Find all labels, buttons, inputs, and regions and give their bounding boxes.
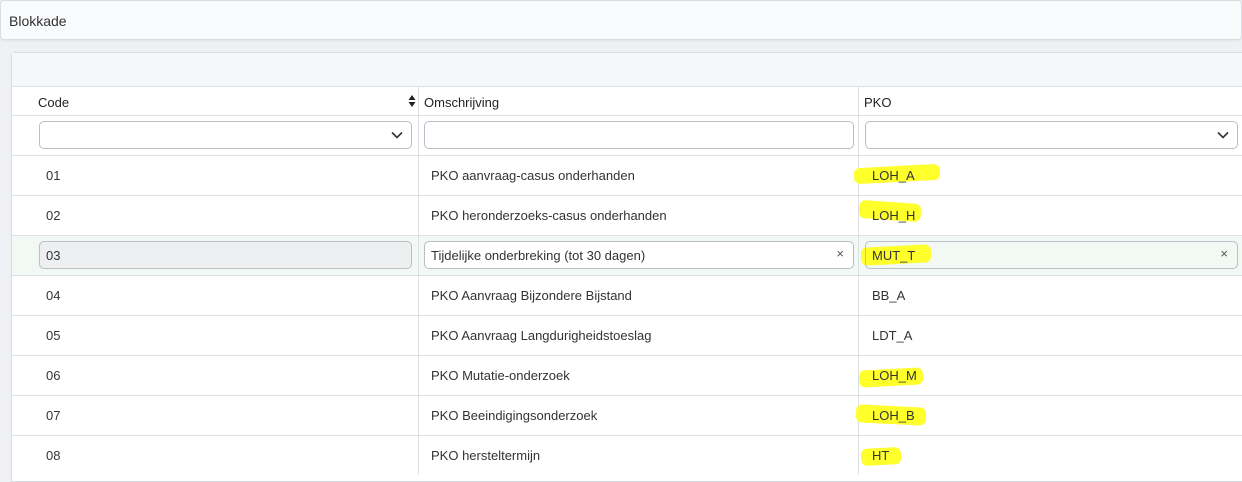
omschrijving-value: PKO hersteltermijn bbox=[431, 448, 541, 463]
omschrijving-cell: PKO Aanvraag Langdurigheidstoeslag bbox=[418, 316, 859, 355]
omschrijving-edit-input[interactable]: Tijdelijke onderbreking (tot 30 dagen) × bbox=[424, 241, 854, 269]
code-filter-select[interactable] bbox=[39, 121, 412, 149]
table-row[interactable]: 06 PKO Mutatie-onderzoek LOH_M bbox=[12, 355, 1242, 395]
filter-cell-pko bbox=[858, 116, 1242, 155]
omschrijving-cell: PKO heronderzoeks-casus onderhanden bbox=[418, 196, 859, 235]
pko-filter-select[interactable] bbox=[865, 121, 1238, 149]
code-cell: 01 bbox=[12, 156, 418, 195]
pko-cell: HT bbox=[858, 436, 1242, 475]
omschrijving-value: PKO Beeindigingsonderzoek bbox=[431, 408, 598, 423]
omschrijving-value: PKO aanvraag-casus onderhanden bbox=[431, 168, 635, 183]
code-value: 08 bbox=[46, 448, 61, 463]
code-cell: 07 bbox=[12, 396, 418, 435]
omschrijving-value: Tijdelijke onderbreking (tot 30 dagen) bbox=[431, 248, 646, 263]
pko-cell: MUT_T × bbox=[858, 236, 1242, 275]
code-cell: 08 bbox=[12, 436, 418, 475]
code-value: 07 bbox=[46, 408, 61, 423]
pko-value: LOH_A bbox=[872, 168, 915, 183]
pko-cell: LOH_B bbox=[855, 396, 1242, 435]
pko-value: MUT_T bbox=[872, 248, 916, 263]
grid-panel: Code Omschrijving PKO 01 PKO aanvraag-ca… bbox=[11, 52, 1242, 482]
table-row[interactable]: 04 PKO Aanvraag Bijzondere Bijstand BB_A bbox=[12, 275, 1242, 315]
table-row[interactable]: 01 PKO aanvraag-casus onderhanden LOH_A bbox=[12, 155, 1242, 195]
pko-cell: BB_A bbox=[858, 276, 1242, 315]
omschrijving-cell: PKO Mutatie-onderzoek bbox=[418, 356, 859, 395]
chevron-down-icon bbox=[1217, 131, 1229, 139]
omschrijving-value: PKO Mutatie-onderzoek bbox=[431, 368, 570, 383]
clear-icon[interactable]: × bbox=[836, 246, 844, 261]
page-header: Blokkade bbox=[0, 0, 1242, 40]
sort-icon[interactable] bbox=[408, 94, 416, 108]
omschrijving-value: PKO Aanvraag Langdurigheidstoeslag bbox=[431, 328, 652, 343]
pko-cell: LOH_M bbox=[858, 356, 1242, 395]
code-value: 06 bbox=[46, 368, 61, 383]
code-value: 05 bbox=[46, 328, 61, 343]
column-header-code[interactable]: Code bbox=[12, 87, 418, 115]
omschrijving-cell: PKO Beeindigingsonderzoek bbox=[418, 396, 859, 435]
omschrijving-value: PKO Aanvraag Bijzondere Bijstand bbox=[431, 288, 632, 303]
clear-icon[interactable]: × bbox=[1220, 246, 1228, 261]
pko-value: LOH_B bbox=[872, 408, 915, 423]
column-header-label: Omschrijving bbox=[424, 95, 500, 110]
pko-value: HT bbox=[872, 448, 890, 463]
omschrijving-cell: PKO aanvraag-casus onderhanden bbox=[418, 156, 859, 195]
code-cell: 06 bbox=[12, 356, 418, 395]
pko-cell: LOH_A bbox=[853, 156, 1242, 195]
table-row[interactable]: 07 PKO Beeindigingsonderzoek LOH_B bbox=[12, 395, 1242, 435]
omschrijving-filter-input[interactable] bbox=[424, 121, 854, 149]
column-header-pko[interactable]: PKO bbox=[858, 87, 1242, 115]
omschrijving-cell: PKO Aanvraag Bijzondere Bijstand bbox=[418, 276, 859, 315]
table-row[interactable]: 05 PKO Aanvraag Langdurigheidstoeslag LD… bbox=[12, 315, 1242, 355]
code-edit-field: 03 bbox=[39, 241, 412, 269]
pko-cell: LOH_H bbox=[858, 196, 1242, 235]
omschrijving-cell: Tijdelijke onderbreking (tot 30 dagen) × bbox=[418, 236, 859, 275]
code-value: 04 bbox=[46, 288, 61, 303]
pko-value: BB_A bbox=[872, 288, 906, 303]
omschrijving-value: PKO heronderzoeks-casus onderhanden bbox=[431, 208, 667, 223]
pko-value: LOH_M bbox=[872, 368, 917, 383]
grid-toolbar bbox=[12, 53, 1242, 86]
column-header-row: Code Omschrijving PKO bbox=[12, 86, 1242, 115]
filter-row bbox=[12, 115, 1242, 155]
column-header-omschrijving[interactable]: Omschrijving bbox=[418, 87, 859, 115]
column-header-label: Code bbox=[38, 95, 70, 110]
code-cell: 02 bbox=[12, 196, 418, 235]
pko-edit-input[interactable]: MUT_T × bbox=[865, 241, 1238, 269]
table-row-editing[interactable]: 03 Tijdelijke onderbreking (tot 30 dagen… bbox=[12, 235, 1242, 275]
omschrijving-cell: PKO hersteltermijn bbox=[418, 436, 859, 475]
pko-cell: LDT_A bbox=[858, 316, 1242, 355]
table-row[interactable]: 08 PKO hersteltermijn HT bbox=[12, 435, 1242, 475]
table-row[interactable]: 02 PKO heronderzoeks-casus onderhanden L… bbox=[12, 195, 1242, 235]
page-title: Blokkade bbox=[9, 13, 67, 29]
code-value: 02 bbox=[46, 208, 61, 223]
pko-value: LDT_A bbox=[872, 328, 913, 343]
code-value: 03 bbox=[46, 248, 61, 263]
chevron-down-icon bbox=[391, 131, 403, 139]
code-cell: 04 bbox=[12, 276, 418, 315]
code-cell: 03 bbox=[12, 236, 418, 275]
pko-value: LOH_H bbox=[872, 208, 916, 223]
filter-cell-code bbox=[12, 116, 418, 155]
code-cell: 05 bbox=[12, 316, 418, 355]
column-header-label: PKO bbox=[864, 95, 892, 110]
filter-cell-omschrijving bbox=[418, 116, 859, 155]
code-value: 01 bbox=[46, 168, 61, 183]
